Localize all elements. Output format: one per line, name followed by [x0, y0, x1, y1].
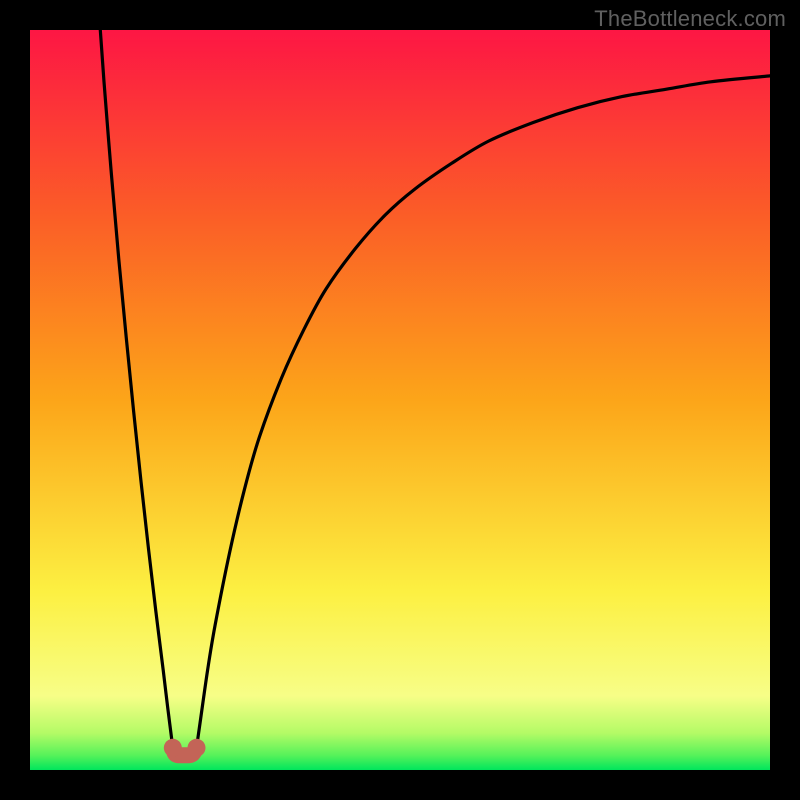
watermark-text: TheBottleneck.com: [594, 6, 786, 32]
plot-area: [30, 30, 770, 770]
chart-svg: [30, 30, 770, 770]
chart-frame: TheBottleneck.com: [0, 0, 800, 800]
